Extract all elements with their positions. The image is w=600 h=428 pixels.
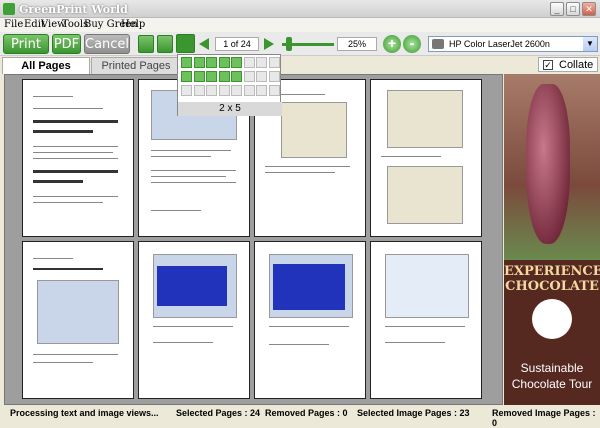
status-selected-image-pages: Selected Image Pages : 23 bbox=[357, 408, 470, 418]
layout-grid-cell[interactable] bbox=[231, 85, 242, 96]
page-layout-grid-icon[interactable] bbox=[176, 34, 195, 53]
zoom-in-icon[interactable]: + bbox=[383, 35, 401, 53]
layout-grid-cell[interactable] bbox=[231, 57, 242, 68]
layout-grid-cell[interactable] bbox=[206, 71, 217, 82]
cancel-button[interactable]: Cancel bbox=[84, 34, 130, 54]
view-tabs: All Pages Printed Pages bbox=[0, 56, 600, 74]
page-thumbnail[interactable] bbox=[138, 241, 250, 399]
tab-printed-pages[interactable]: Printed Pages bbox=[91, 57, 181, 74]
layout-grid-cell[interactable] bbox=[268, 71, 280, 82]
layout-grid-cell[interactable] bbox=[268, 57, 280, 68]
collate-label: Collate bbox=[559, 59, 594, 71]
collate-checkbox[interactable]: ✓ Collate bbox=[538, 57, 598, 72]
title-bar: GreenPrint World _ □ ✕ bbox=[0, 0, 600, 18]
layout-grid-cell[interactable] bbox=[193, 57, 205, 68]
layout-grid-cell[interactable] bbox=[243, 85, 255, 96]
layout-grid-cell[interactable] bbox=[243, 57, 255, 68]
layout-grid-cell[interactable] bbox=[181, 71, 192, 82]
zoom-value[interactable]: 25% bbox=[337, 37, 377, 51]
check-icon[interactable]: ✓ bbox=[543, 60, 553, 70]
menu-bar: File Edit View Tools Buy Green Help bbox=[0, 18, 600, 32]
printer-name: HP Color LaserJet 2600n bbox=[449, 39, 550, 49]
ad-headline: EXPERIENCE CHOCOLATE bbox=[504, 264, 600, 294]
status-bar: Processing text and image views... Selec… bbox=[0, 405, 600, 428]
layout-grid-cell[interactable] bbox=[193, 71, 205, 82]
ad-logo-icon bbox=[532, 299, 572, 339]
ad-tagline: Sustainable Chocolate Tour bbox=[511, 361, 593, 391]
layout-grid-cell[interactable] bbox=[206, 85, 217, 96]
minimize-button[interactable]: _ bbox=[550, 2, 564, 16]
previous-page-icon[interactable] bbox=[199, 38, 209, 50]
page-thumbnail[interactable] bbox=[370, 241, 482, 399]
chevron-down-icon[interactable]: ▼ bbox=[583, 37, 597, 51]
next-page-icon[interactable] bbox=[264, 38, 274, 50]
pdf-button[interactable]: PDF bbox=[52, 34, 81, 54]
zoom-out-icon[interactable]: - bbox=[403, 35, 421, 53]
status-selected-pages: Selected Pages : 24 bbox=[176, 408, 261, 418]
zoom-slider-handle[interactable] bbox=[286, 37, 292, 51]
printer-icon bbox=[432, 39, 444, 49]
layout-label: 2 x 5 bbox=[178, 102, 282, 116]
status-removed-pages: Removed Pages : 0 bbox=[265, 408, 348, 418]
menu-file[interactable]: File bbox=[4, 19, 23, 30]
maximize-button[interactable]: □ bbox=[566, 2, 580, 16]
print-button[interactable]: Print bbox=[3, 34, 49, 54]
toolbar: Print PDF Cancel 1 of 24 25% + - HP Colo… bbox=[0, 32, 600, 56]
cocoa-pod-image bbox=[504, 74, 600, 260]
close-button[interactable]: ✕ bbox=[582, 2, 596, 16]
layout-grid-cell[interactable] bbox=[256, 71, 267, 82]
layout-grid-cell[interactable] bbox=[218, 85, 230, 96]
app-icon bbox=[3, 3, 15, 15]
page-preview-area bbox=[4, 74, 503, 405]
layout-grid-cell[interactable] bbox=[181, 85, 192, 96]
page-indicator[interactable]: 1 of 24 bbox=[215, 37, 259, 51]
layout-grid-cell[interactable] bbox=[256, 57, 267, 68]
page-thumbnail[interactable] bbox=[22, 79, 134, 237]
layout-grid-cell[interactable] bbox=[206, 57, 217, 68]
menu-help[interactable]: Help bbox=[121, 19, 145, 30]
status-removed-image-pages: Removed Image Pages : 0 bbox=[492, 408, 596, 428]
advertisement-panel[interactable]: EXPERIENCE CHOCOLATE Sustainable Chocola… bbox=[504, 74, 600, 405]
layout-grid-cell[interactable] bbox=[218, 57, 230, 68]
window-title: GreenPrint World bbox=[19, 3, 128, 16]
layout-grid-cell[interactable] bbox=[256, 85, 267, 96]
layout-grid-cell[interactable] bbox=[181, 57, 192, 68]
multi-page-view-icon[interactable] bbox=[157, 35, 173, 53]
layout-grid-cell[interactable] bbox=[231, 71, 242, 82]
layout-grid-cell[interactable] bbox=[193, 85, 205, 96]
status-processing: Processing text and image views... bbox=[10, 408, 159, 418]
layout-grid-cell[interactable] bbox=[243, 71, 255, 82]
page-thumbnail[interactable] bbox=[254, 241, 366, 399]
layout-grid-cell[interactable] bbox=[268, 85, 280, 96]
layout-grid-cell[interactable] bbox=[218, 71, 230, 82]
page-layout-popup: 2 x 5 bbox=[177, 54, 282, 116]
page-thumbnail[interactable] bbox=[22, 241, 134, 399]
tab-all-pages[interactable]: All Pages bbox=[2, 57, 90, 74]
single-page-view-icon[interactable] bbox=[138, 35, 154, 53]
printer-select[interactable]: HP Color LaserJet 2600n ▼ bbox=[428, 36, 598, 52]
page-thumbnail[interactable] bbox=[370, 79, 482, 237]
